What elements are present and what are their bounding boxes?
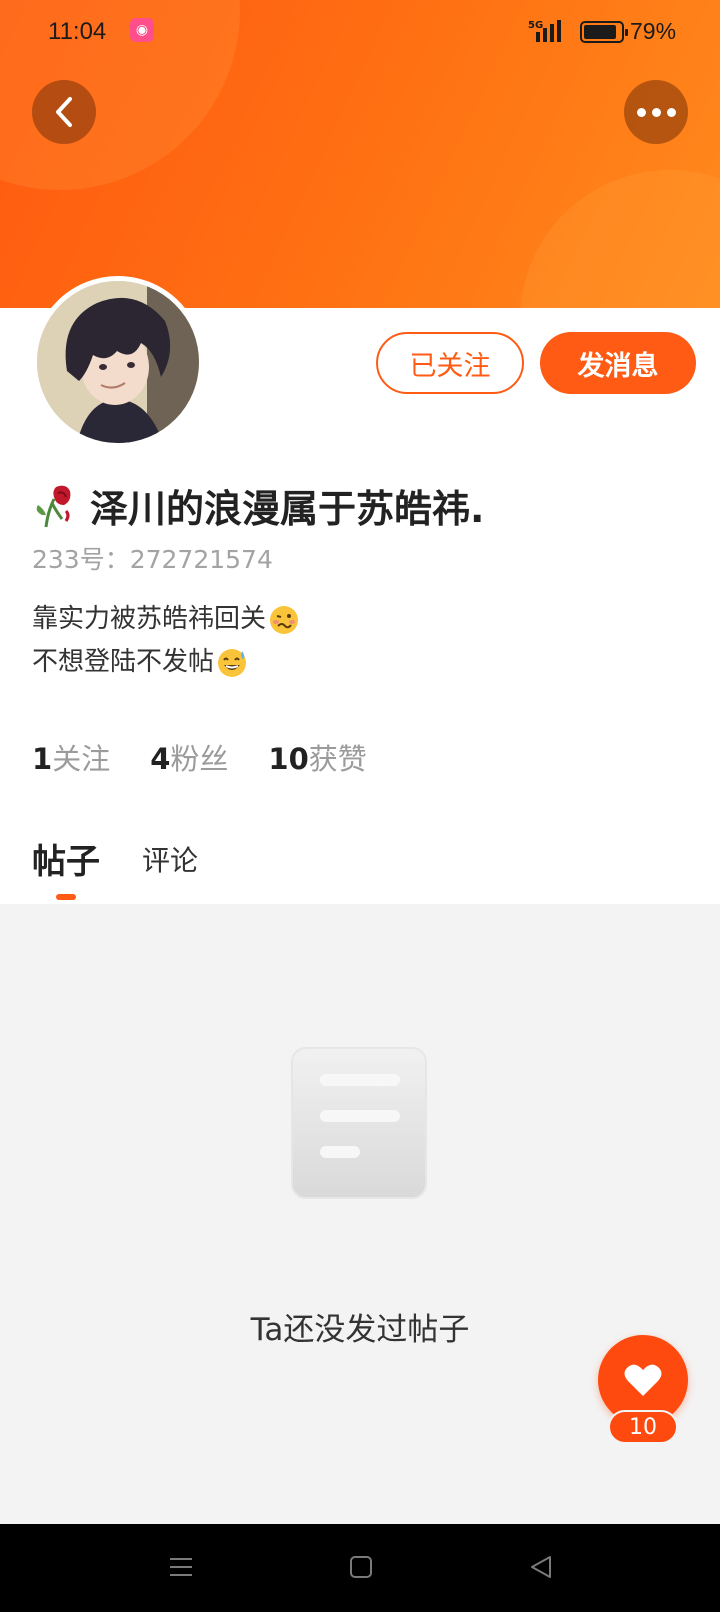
- notification-app-icon: ◉: [130, 18, 154, 42]
- heart-icon: [624, 1364, 662, 1396]
- back-button[interactable]: [32, 80, 96, 144]
- woozy-face-icon: [270, 605, 299, 634]
- empty-state-text: Ta还没发过帖子: [250, 1312, 470, 1348]
- wilted-rose-icon: [36, 485, 71, 528]
- battery-icon: [580, 21, 628, 43]
- likes-label: 获赞: [308, 742, 367, 776]
- tab-comments[interactable]: 评论: [142, 839, 198, 883]
- user-id-value: 272721574: [129, 545, 273, 574]
- bio-line: 靠实力被苏皓祎回关: [32, 604, 267, 634]
- following-count: 1: [32, 742, 53, 776]
- battery-percent: 79%: [630, 18, 677, 44]
- likes-count: 10: [268, 742, 309, 776]
- document-icon: [291, 1047, 427, 1199]
- profile-header-banner: 11:04 ◉ 5G 79%: [0, 0, 720, 308]
- banner-decoration: [520, 170, 720, 308]
- grinning-sweat-face-icon: [218, 648, 247, 677]
- following-stat[interactable]: 1 关注: [32, 736, 110, 778]
- system-navigation-bar: [0, 1524, 720, 1612]
- profile-stats: 1 关注 4 粉丝 10 获赞: [32, 736, 407, 778]
- profile-tabs: 帖子 评论: [32, 834, 198, 900]
- bio-line: 不想登陆不发帖: [32, 647, 215, 677]
- likes-stat: 10 获赞: [268, 736, 366, 778]
- followers-stat[interactable]: 4 粉丝: [150, 736, 228, 778]
- signal-icon: 5G: [528, 20, 561, 42]
- followed-button[interactable]: 已关注: [376, 332, 524, 394]
- status-time: 11:04: [48, 18, 107, 45]
- user-id: 233号：272721574: [32, 540, 273, 576]
- more-dots-icon: [636, 107, 676, 117]
- network-type-label: 5G: [528, 20, 543, 31]
- menu-icon[interactable]: [166, 1552, 196, 1582]
- followers-label: 粉丝: [170, 742, 229, 776]
- home-icon[interactable]: [346, 1552, 376, 1582]
- profile-name: 泽川的浪漫属于苏皓祎.: [90, 486, 485, 531]
- avatar-image: [37, 281, 199, 443]
- more-options-button[interactable]: [624, 80, 688, 144]
- active-tab-indicator: [56, 894, 76, 900]
- like-count-badge: 10: [608, 1410, 678, 1444]
- user-id-label: 233号：: [32, 545, 130, 574]
- avatar[interactable]: [32, 276, 204, 448]
- followers-count: 4: [150, 742, 171, 776]
- following-label: 关注: [52, 742, 111, 776]
- profile-bio: 靠实力被苏皓祎回关 不想登陆不发帖: [32, 598, 300, 684]
- back-nav-icon[interactable]: [526, 1552, 556, 1582]
- profile-name-row: 泽川的浪漫属于苏皓祎.: [32, 478, 484, 532]
- chevron-left-icon: [56, 97, 72, 127]
- send-message-button[interactable]: 发消息: [540, 332, 696, 394]
- tab-posts-label: 帖子: [32, 842, 100, 882]
- status-bar: 11:04 ◉ 5G 79%: [0, 0, 720, 64]
- tab-posts[interactable]: 帖子: [32, 834, 100, 900]
